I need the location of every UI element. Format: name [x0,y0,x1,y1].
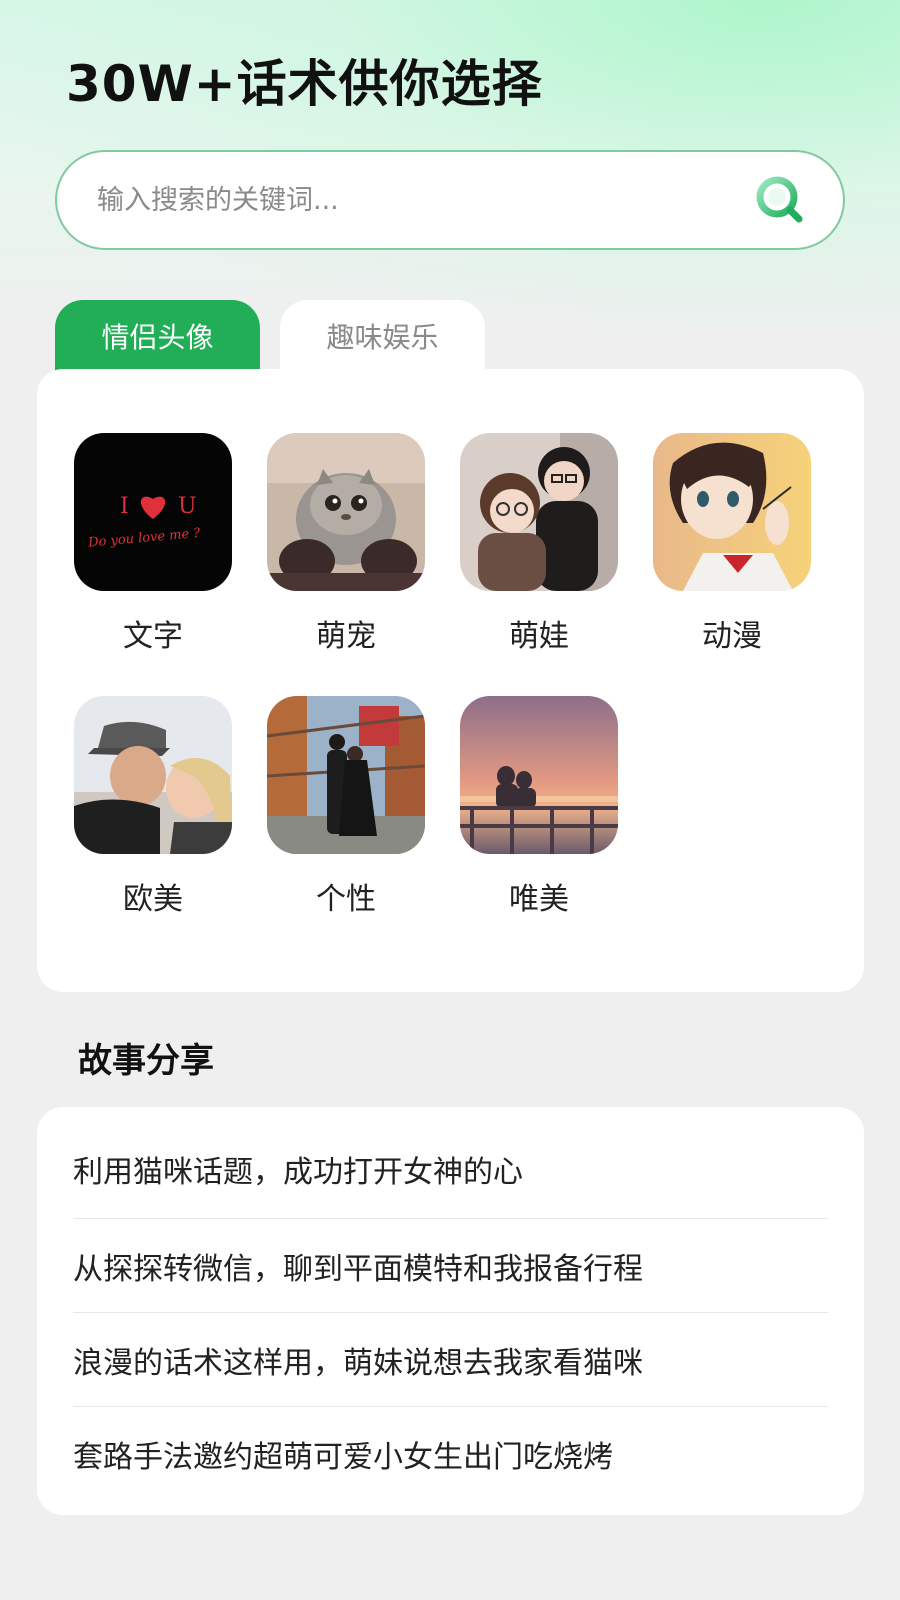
category-western[interactable]: 欧美 [74,696,232,926]
category-label: 个性 [316,882,376,917]
category-label: 文字 [123,619,183,654]
category-western-thumbnail [74,696,232,854]
search-button[interactable] [753,173,807,227]
tab-couple-avatar[interactable]: 情侣头像 [55,300,260,372]
page-title: 30W+话术供你选择 [66,55,543,113]
category-personality[interactable]: 个性 [267,696,425,926]
search-icon [756,176,803,223]
category-anime[interactable]: 动漫 [653,433,811,663]
category-label: 动漫 [702,619,762,654]
category-label: 欧美 [123,882,183,917]
svg-text:I: I [120,494,129,519]
category-pet-thumbnail [267,433,425,591]
search-input[interactable] [97,184,753,216]
search-bar[interactable] [55,150,845,250]
story-item[interactable]: 浪漫的话术这样用，萌妹说想去我家看猫咪 [73,1313,828,1407]
story-list: 利用猫咪话题，成功打开女神的心 从探探转微信，聊到平面模特和我报备行程 浪漫的话… [37,1107,864,1515]
category-text-thumbnail: I U Do you love me ? [74,433,232,591]
tab-fun-entertainment[interactable]: 趣味娱乐 [280,300,485,372]
category-kids-thumbnail [460,433,618,591]
story-section-title: 故事分享 [78,1041,214,1081]
category-aesthetic[interactable]: 唯美 [460,696,618,926]
category-text[interactable]: I U Do you love me ? 文字 [74,433,232,663]
story-item[interactable]: 从探探转微信，聊到平面模特和我报备行程 [73,1219,828,1313]
category-label: 唯美 [509,882,569,917]
story-item[interactable]: 利用猫咪话题，成功打开女神的心 [73,1107,828,1219]
category-personality-thumbnail [267,696,425,854]
svg-text:U: U [178,494,197,519]
category-pet[interactable]: 萌宠 [267,433,425,663]
category-aesthetic-thumbnail [460,696,618,854]
category-label: 萌娃 [509,619,569,654]
category-kids[interactable]: 萌娃 [460,433,618,663]
category-label: 萌宠 [316,619,376,654]
avatar-category-card: I U Do you love me ? 文字 萌宠 萌娃 动漫 欧美 个性 唯… [37,369,864,992]
category-anime-thumbnail [653,433,811,591]
story-item[interactable]: 套路手法邀约超萌可爱小女生出门吃烧烤 [73,1407,828,1501]
